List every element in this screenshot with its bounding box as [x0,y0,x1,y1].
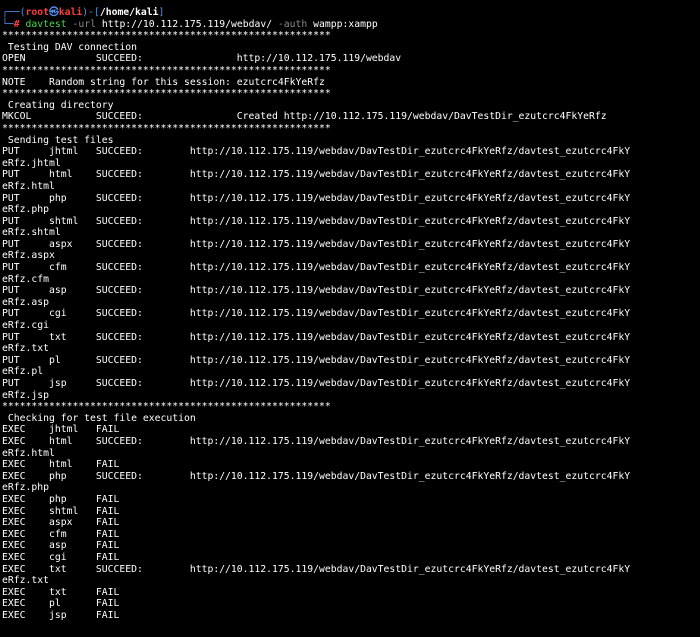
output-line: ****************************************… [2,88,331,100]
output-line: PUT txt SUCCEED: http://10.112.175.119/w… [2,331,631,343]
command-url-arg: http://10.112.175.119/webdav/ [101,18,273,30]
command-line[interactable]: └─# davtest -url http://10.112.175.119/w… [2,19,700,31]
output-line: eRfz.html [2,180,55,192]
output-line: PUT pl SUCCEED: http://10.112.175.119/we… [2,354,631,366]
output-line: EXEC shtml FAIL [2,505,120,517]
output-line: PUT html SUCCEED: http://10.112.175.119/… [2,169,631,181]
output-line: eRfz.php [2,204,49,216]
prompt-box-open: ┌──( [2,7,26,18]
output-line: eRfz.jhtml [2,157,61,169]
output-line: PUT jsp SUCCEED: http://10.112.175.119/w… [2,378,631,389]
output-line: EXEC txt SUCCEED: http://10.112.175.119/… [2,563,631,575]
output-line: EXEC txt FAIL [2,586,120,598]
output-line: PUT aspx SUCCEED: http://10.112.175.119/… [2,238,631,250]
output-line: EXEC cgi FAIL [2,551,120,563]
output-line: EXEC php SUCCEED: http://10.112.175.119/… [2,470,631,482]
output-line: EXEC asp FAIL [2,540,120,552]
output-line: NOTE Random string for this session: ezu… [2,76,325,88]
output-line: EXEC pl FAIL [2,598,120,610]
output-line: eRfz.html [2,447,55,459]
terminal-window[interactable]: ┌──(root㉿kali)-[/home/kali] └─# davtest … [0,0,700,621]
output-line: ****************************************… [2,122,331,134]
output-line: PUT shtml SUCCEED: http://10.112.175.119… [2,215,631,227]
output-line: ****************************************… [2,64,331,76]
output-line: eRfz.shtml [2,227,61,239]
output-line: EXEC jsp FAIL [2,609,120,621]
terminal-output: ****************************************… [2,30,700,621]
command-flag-auth: -auth [277,18,308,30]
output-line: Testing DAV connection [2,41,138,53]
output-line: eRfz.txt [2,575,49,587]
prompt-box-close: ] [158,7,165,18]
prompt-hash: # [13,18,20,30]
output-line: EXEC jhtml FAIL [2,424,120,436]
output-line: eRfz.txt [2,343,49,355]
output-line: OPEN SUCCEED: http://10.112.175.119/webd… [2,53,402,65]
command-name: davtest [25,18,67,30]
output-line: EXEC html SUCCEED: http://10.112.175.119… [2,435,631,447]
output-line: eRfz.cgi [2,320,49,332]
prompt-separator: )-[ [82,7,100,18]
output-line: Sending test files [2,134,114,146]
output-line: MKCOL SUCCEED: Created http://10.112.175… [2,111,607,123]
prompt-box-corner: └─ [2,18,14,30]
output-line: Creating directory [2,99,114,111]
prompt-path: /home/kali [99,7,159,18]
output-line: PUT asp SUCCEED: http://10.112.175.119/w… [2,285,631,297]
command-flag-url: -url [72,18,96,30]
prompt-line: ┌──(root㉿kali)-[/home/kali] [2,7,700,19]
output-line: ****************************************… [2,401,331,413]
output-line: PUT jhtml SUCCEED: http://10.112.175.119… [2,146,631,158]
output-line: eRfz.asp [2,296,49,308]
output-line: eRfz.pl [2,366,44,378]
output-line: PUT cgi SUCCEED: http://10.112.175.119/w… [2,308,631,320]
prompt-at-symbol: ㉿ [48,7,59,18]
output-line: ****************************************… [2,30,331,42]
output-line: EXEC php FAIL [2,493,120,505]
output-line: eRfz.php [2,482,49,494]
output-line: PUT cfm SUCCEED: http://10.112.175.119/w… [2,262,631,274]
output-line: eRfz.jsp [2,389,49,401]
output-line: EXEC aspx FAIL [2,517,120,529]
output-line: EXEC html FAIL [2,459,120,471]
command-auth-arg: wampp:xampp [313,18,378,30]
output-line: Checking for test file execution [2,412,196,424]
output-line: PUT php SUCCEED: http://10.112.175.119/w… [2,192,631,204]
output-line: eRfz.cfm [2,273,49,285]
prompt-host: kali [58,7,83,18]
output-line: eRfz.aspx [2,250,55,262]
output-line: EXEC cfm FAIL [2,528,120,540]
prompt-user: root [25,7,49,18]
